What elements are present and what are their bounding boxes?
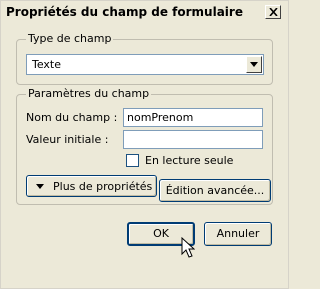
dialog-title: Propriétés du champ de formulaire: [6, 5, 243, 19]
cancel-label: Annuler: [216, 227, 260, 240]
mouse-cursor-icon: [181, 237, 195, 258]
initial-value-label: Valeur initiale :: [26, 133, 109, 146]
more-properties-label: Plus de propriétés: [53, 180, 153, 193]
advanced-edit-label: Édition avancée...: [165, 184, 265, 197]
readonly-label: En lecture seule: [145, 154, 234, 167]
triangle-down-icon: [36, 184, 44, 189]
field-name-input[interactable]: nomPrenom: [123, 108, 263, 127]
more-properties-button[interactable]: Plus de propriétés: [26, 175, 157, 197]
field-params-legend: Paramètres du champ: [26, 87, 152, 100]
field-type-value: Texte: [32, 58, 62, 71]
initial-value-input[interactable]: [123, 130, 263, 149]
field-type-select[interactable]: Texte: [26, 54, 264, 75]
form-field-properties-dialog: Propriétés du champ de formulaire Type d…: [0, 0, 289, 289]
title-bar: Propriétés du champ de formulaire: [1, 1, 288, 23]
dropdown-button[interactable]: [246, 56, 262, 73]
field-type-legend: Type de champ: [26, 32, 114, 45]
cancel-button[interactable]: Annuler: [204, 222, 272, 246]
close-icon: [269, 8, 278, 16]
close-button[interactable]: [265, 5, 281, 19]
field-name-label: Nom du champ :: [26, 111, 118, 124]
chevron-down-icon: [250, 62, 258, 67]
readonly-checkbox[interactable]: [126, 154, 139, 167]
advanced-edit-button[interactable]: Édition avancée...: [159, 179, 271, 202]
ok-label: OK: [153, 227, 169, 240]
